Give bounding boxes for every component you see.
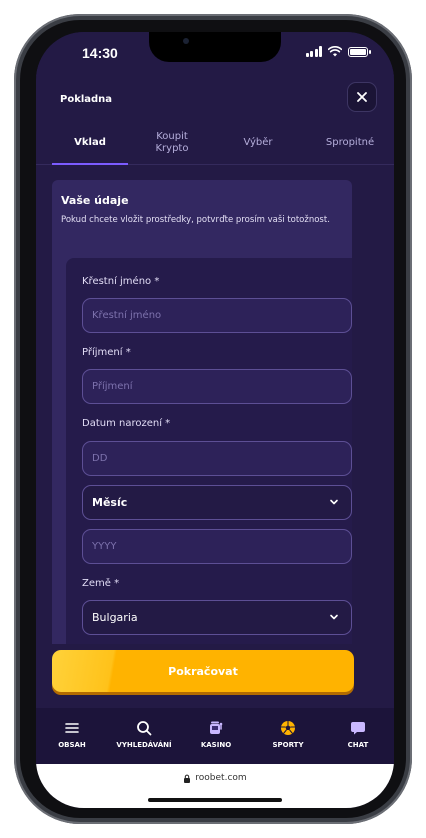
country-value: Bulgaria xyxy=(92,611,138,624)
notch xyxy=(149,32,281,62)
front-camera xyxy=(183,38,189,44)
tab-spropitne[interactable]: Spropitné xyxy=(310,122,390,164)
close-button[interactable] xyxy=(347,82,377,112)
tab-koupit-krypto[interactable]: Koupit Krypto xyxy=(134,122,210,164)
nav-item-sporty[interactable]: SPORTY xyxy=(252,708,324,764)
menu-icon xyxy=(65,723,79,733)
birth-year-input[interactable]: YYYY xyxy=(82,529,352,564)
birth-month-value: Měsíc xyxy=(92,496,128,509)
tab-vklad[interactable]: Vklad xyxy=(52,122,128,165)
identity-form: Křestní jméno * Křestní jméno Příjmení *… xyxy=(66,258,352,644)
nav-label: CHAT xyxy=(347,741,369,749)
continue-button[interactable]: Pokračovat xyxy=(52,650,354,692)
nav-item-chat[interactable]: CHAT xyxy=(322,708,394,764)
last-name-input[interactable]: Příjmení xyxy=(82,369,352,404)
tab-label: Vklad xyxy=(74,137,106,148)
tab-label: Koupit Krypto xyxy=(155,131,189,154)
first-name-input[interactable]: Křestní jméno xyxy=(82,298,352,333)
nav-label: VYHLEDÁVÁNÍ xyxy=(116,741,172,749)
country-label: Země * xyxy=(82,578,120,589)
url-bar[interactable]: roobet.com xyxy=(36,773,394,783)
first-name-label: Křestní jméno * xyxy=(82,276,160,287)
deposit-panel: Vaše údaje Pokud chcete vložit prostředk… xyxy=(52,180,352,644)
tab-label: Výběr xyxy=(243,137,273,148)
tab-label: Spropitné xyxy=(325,137,375,148)
status-time: 14:30 xyxy=(82,45,118,61)
battery-icon xyxy=(348,46,371,57)
nav-item-kasino[interactable]: KASINO xyxy=(180,708,252,764)
birth-day-input[interactable]: DD xyxy=(82,441,352,476)
search-icon xyxy=(137,721,152,736)
soccer-ball-icon xyxy=(281,721,295,735)
wifi-icon xyxy=(328,46,342,57)
chevron-down-icon xyxy=(330,499,338,505)
status-icons xyxy=(305,46,371,57)
close-icon xyxy=(357,92,367,102)
home-indicator[interactable] xyxy=(148,798,282,802)
nav-label: OBSAH xyxy=(58,741,86,749)
continue-label: Pokračovat xyxy=(168,664,238,678)
nav-label: SPORTY xyxy=(272,741,304,749)
page-title: Pokladna xyxy=(60,94,113,105)
chat-bubble-icon xyxy=(351,722,365,735)
cashier-header: Pokladna xyxy=(36,76,394,122)
birth-date-label: Datum narození * xyxy=(82,418,171,429)
nav-item-vyhledavani[interactable]: VYHLEDÁVÁNÍ xyxy=(108,708,180,764)
bottom-nav: OBSAH VYHLEDÁVÁNÍ KASINO SPORTY CHAT xyxy=(36,708,394,764)
chevron-down-icon xyxy=(330,614,338,620)
section-description: Pokud chcete vložit prostředky, potvrďte… xyxy=(61,215,330,225)
lock-icon xyxy=(184,774,191,783)
slot-machine-icon xyxy=(210,721,223,734)
phone-screen: 14:30 Pokladna Vklad Koupit Krypto Výběr… xyxy=(36,32,394,808)
browser-bar: roobet.com xyxy=(36,764,394,808)
birth-year-placeholder: YYYY xyxy=(92,541,117,552)
first-name-placeholder: Křestní jméno xyxy=(92,310,162,321)
section-title: Vaše údaje xyxy=(61,194,129,207)
url-text: roobet.com xyxy=(195,773,247,783)
cashier-tabs: Vklad Koupit Krypto Výběr Spropitné xyxy=(36,122,394,165)
last-name-placeholder: Příjmení xyxy=(92,381,133,392)
birth-day-placeholder: DD xyxy=(92,453,108,464)
last-name-label: Příjmení * xyxy=(82,347,131,358)
signal-icon xyxy=(305,46,322,57)
birth-month-select[interactable]: Měsíc xyxy=(82,485,352,520)
nav-label: KASINO xyxy=(200,741,232,749)
nav-item-obsah[interactable]: OBSAH xyxy=(36,708,108,764)
tab-vyber[interactable]: Výběr xyxy=(220,122,296,164)
country-select[interactable]: Bulgaria xyxy=(82,600,352,635)
